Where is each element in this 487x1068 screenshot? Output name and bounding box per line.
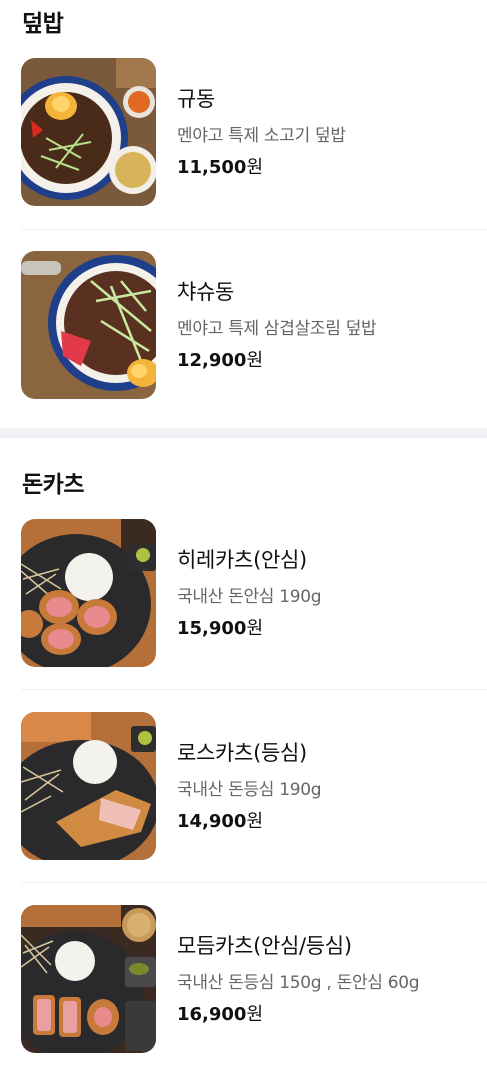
item-description: 멘야고 특제 삼겹살조림 덮밥 — [177, 319, 377, 339]
item-description: 국내산 돈등심 190g — [177, 780, 322, 800]
price-value: 15,900 — [177, 618, 247, 639]
item-description: 국내산 돈안심 190g — [177, 587, 322, 607]
hirekatsu-photo — [21, 519, 156, 667]
item-price: 16,900원 — [177, 1000, 263, 1026]
item-price: 15,900원 — [177, 614, 263, 640]
section-separator — [0, 428, 487, 438]
divider — [21, 229, 487, 230]
divider — [21, 689, 487, 690]
menu-item-hirekatsu[interactable]: 히레카츠(안심) 국내산 돈안심 190g 15,900원 — [0, 519, 487, 669]
chashudon-photo — [21, 251, 156, 399]
price-value: 11,500 — [177, 157, 247, 178]
gyudon-photo — [21, 58, 156, 206]
price-unit: 원 — [246, 1004, 264, 1025]
price-value: 14,900 — [177, 811, 247, 832]
menu-item-modeum-katsu[interactable]: 모듬카츠(안심/등심) 국내산 돈등심 150g , 돈안심 60g 16,90… — [0, 905, 487, 1055]
item-name: 챠슈동 — [177, 280, 235, 304]
price-value: 16,900 — [177, 1004, 247, 1025]
item-name: 히레카츠(안심) — [177, 548, 307, 572]
section-title: 돈카츠 — [22, 472, 84, 498]
menu-item-gyudon[interactable]: 규동 멘야고 특제 소고기 덮밥 11,500원 — [0, 58, 487, 208]
modeum-katsu-photo — [21, 905, 156, 1053]
item-name: 모듬카츠(안심/등심) — [177, 934, 352, 958]
divider — [21, 882, 487, 883]
menu-item-rosukatsu[interactable]: 로스카츠(등심) 국내산 돈등심 190g 14,900원 — [0, 712, 487, 862]
rosukatsu-photo — [21, 712, 156, 860]
item-description: 국내산 돈등심 150g , 돈안심 60g — [177, 973, 420, 993]
item-name: 규동 — [177, 87, 216, 111]
section-title: 덮밥 — [22, 11, 64, 37]
price-unit: 원 — [246, 350, 264, 371]
item-price: 11,500원 — [177, 153, 263, 179]
price-value: 12,900 — [177, 350, 247, 371]
price-unit: 원 — [246, 811, 264, 832]
item-description: 멘야고 특제 소고기 덮밥 — [177, 126, 346, 146]
menu-item-chashudon[interactable]: 챠슈동 멘야고 특제 삼겹살조림 덮밥 12,900원 — [0, 251, 487, 401]
item-price: 12,900원 — [177, 346, 263, 372]
item-price: 14,900원 — [177, 807, 263, 833]
price-unit: 원 — [246, 618, 264, 639]
item-name: 로스카츠(등심) — [177, 741, 307, 765]
price-unit: 원 — [246, 157, 264, 178]
